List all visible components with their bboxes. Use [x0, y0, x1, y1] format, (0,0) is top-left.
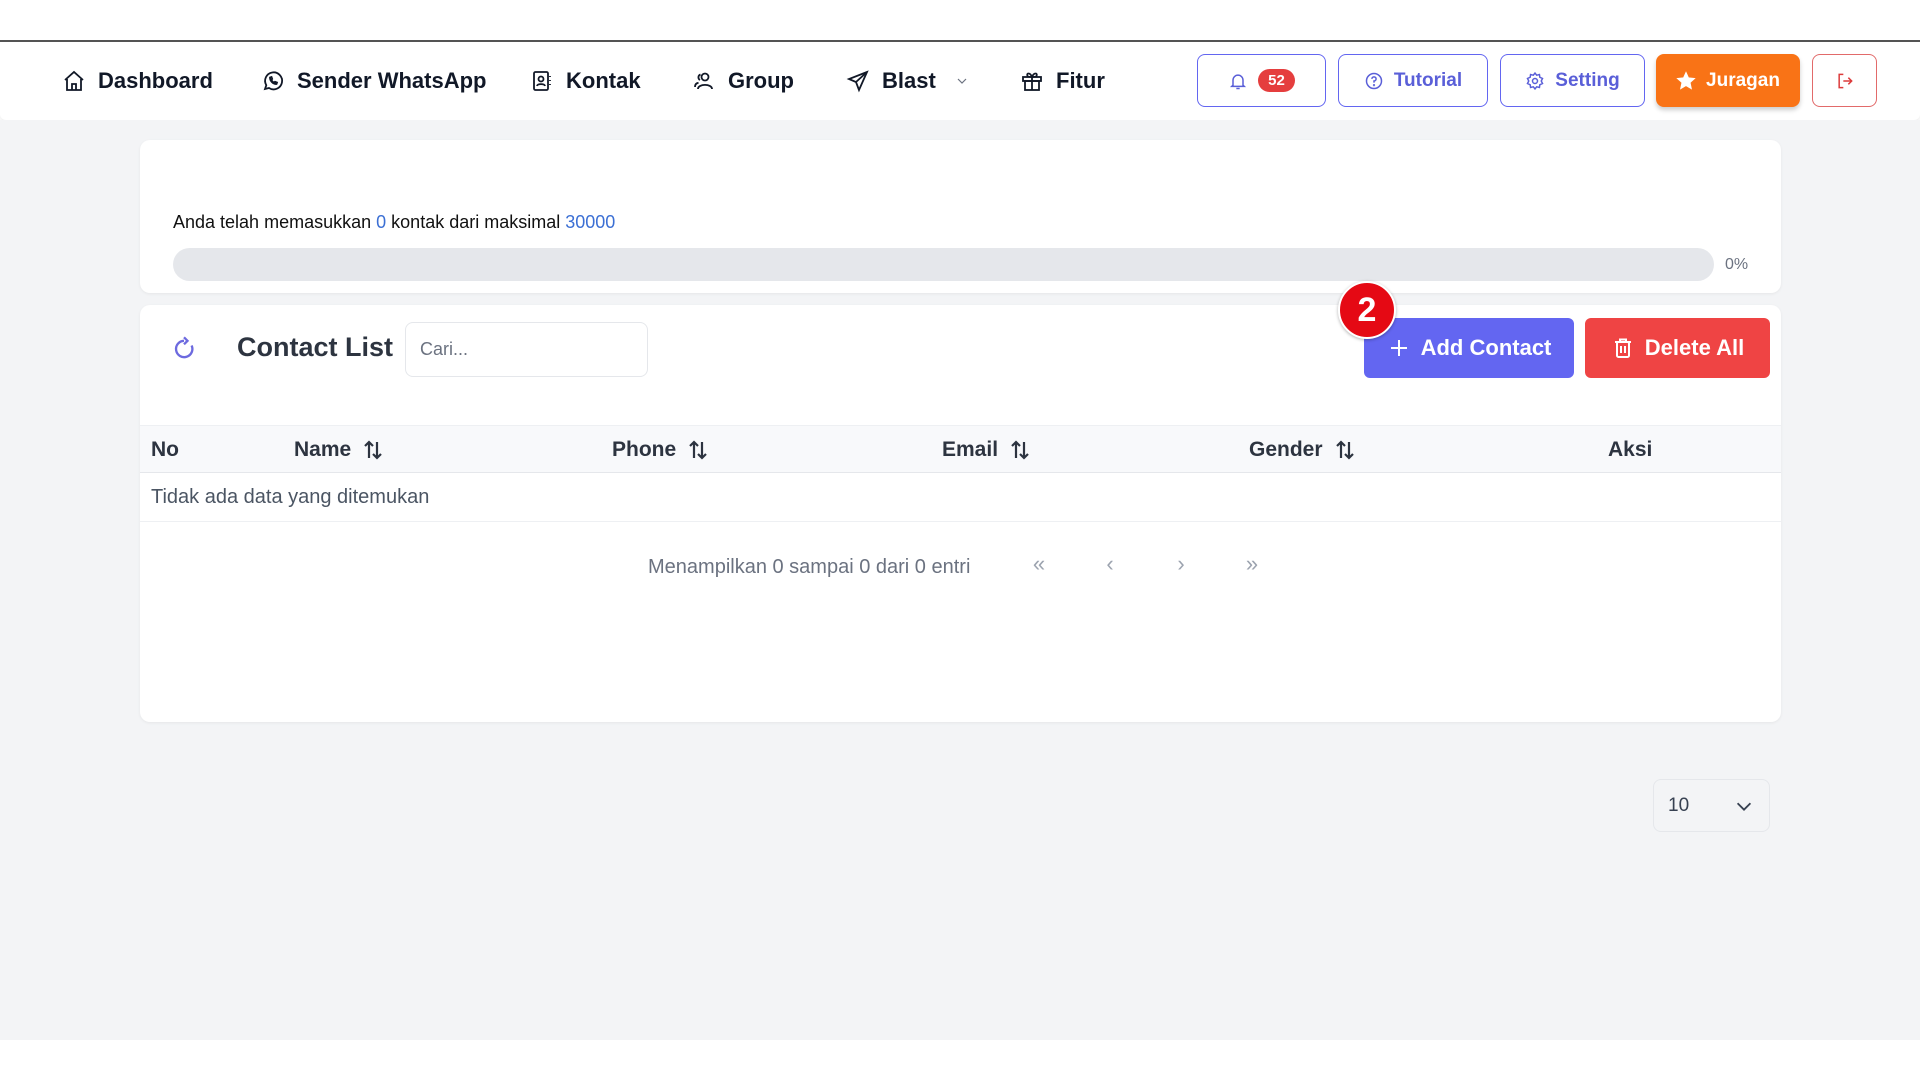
nav-group-label: Group	[728, 68, 794, 93]
column-aksi: Aksi	[1608, 426, 1652, 474]
nav-fitur[interactable]: Fitur	[1020, 42, 1105, 120]
contact-quota-card: Anda telah memasukkan 0 kontak dari maks…	[140, 140, 1781, 293]
setting-button[interactable]: Setting	[1500, 54, 1645, 107]
column-no: No	[151, 426, 179, 474]
table-header: No Name Phone Email Gender Aksi	[140, 425, 1781, 473]
sort-icon	[689, 440, 707, 460]
top-navbar: Dashboard Sender WhatsApp Kontak Group B…	[0, 42, 1920, 120]
sort-icon	[364, 440, 382, 460]
nav-kontak[interactable]: Kontak	[530, 42, 641, 120]
column-email[interactable]: Email	[942, 426, 1032, 474]
quota-max: 30000	[565, 212, 616, 232]
column-name-label: Name	[294, 438, 352, 461]
chevron-down-icon	[1736, 802, 1752, 811]
page-first-button[interactable]: «	[1024, 551, 1054, 577]
whatsapp-icon	[263, 71, 283, 91]
search-input[interactable]	[405, 322, 648, 377]
nav-fitur-label: Fitur	[1056, 68, 1105, 93]
add-contact-label: Add Contact	[1420, 335, 1552, 360]
logout-icon	[1837, 73, 1853, 88]
nav-sender-whatsapp[interactable]: Sender WhatsApp	[261, 42, 486, 120]
juragan-label: Juragan	[1706, 69, 1780, 91]
column-phone-label: Phone	[612, 438, 677, 461]
column-gender[interactable]: Gender	[1249, 426, 1357, 474]
nav-blast[interactable]: Blast	[846, 42, 970, 120]
nav-sender-whatsapp-label: Sender WhatsApp	[297, 68, 487, 93]
quota-middle: kontak dari maksimal	[391, 212, 561, 232]
quota-current: 0	[376, 212, 387, 232]
plus-icon	[1390, 340, 1407, 356]
bell-icon	[1230, 73, 1247, 89]
quota-percent-label: 0%	[1725, 256, 1749, 273]
table-empty-row: Tidak ada data yang ditemukan	[140, 473, 1781, 522]
step-marker-badge: 2	[1338, 281, 1396, 339]
empty-message: Tidak ada data yang ditemukan	[151, 486, 430, 508]
tutorial-label: Tutorial	[1393, 69, 1463, 91]
pagination-info: Menampilkan 0 sampai 0 dari 0 entri	[648, 556, 971, 578]
contact-list-title: Contact List	[237, 332, 394, 362]
setting-label: Setting	[1555, 69, 1620, 91]
nav-dashboard-label: Dashboard	[98, 68, 213, 93]
per-page-value: 10	[1668, 794, 1690, 816]
notification-count-badge: 52	[1258, 69, 1295, 92]
column-no-label: No	[151, 438, 179, 461]
page-next-button[interactable]: ›	[1166, 551, 1196, 577]
nav-blast-label: Blast	[882, 68, 936, 93]
logout-button[interactable]	[1812, 54, 1877, 107]
trash-icon	[1614, 338, 1631, 358]
chevron-down-icon	[957, 78, 967, 84]
home-icon	[64, 70, 84, 91]
help-circle-icon	[1365, 72, 1383, 89]
sort-icon	[1011, 440, 1029, 460]
column-name[interactable]: Name	[294, 426, 385, 474]
notifications-button[interactable]: 52	[1197, 54, 1326, 107]
column-aksi-label: Aksi	[1608, 438, 1653, 461]
users-icon	[694, 72, 713, 90]
add-contact-button[interactable]: Add Contact	[1364, 318, 1574, 378]
gift-icon	[1022, 72, 1042, 91]
star-icon	[1676, 70, 1696, 90]
quota-progress-bar	[173, 248, 1714, 281]
delete-all-button[interactable]: Delete All	[1585, 318, 1770, 378]
nav-group[interactable]: Group	[692, 42, 794, 120]
juragan-button[interactable]: Juragan	[1656, 54, 1800, 107]
refresh-button[interactable]	[170, 335, 198, 363]
refresh-icon	[174, 336, 194, 359]
contact-list-card: Contact List Add Contact Delete All 2 No…	[140, 281, 1781, 832]
tutorial-button[interactable]: Tutorial	[1338, 54, 1488, 107]
delete-all-label: Delete All	[1644, 335, 1745, 360]
contact-book-icon	[533, 71, 551, 91]
sort-icon	[1335, 440, 1354, 460]
bottom-strip	[0, 1040, 1920, 1080]
quota-text: Anda telah memasukkan 0 kontak dari maks…	[173, 212, 615, 233]
send-icon	[846, 70, 869, 93]
nav-dashboard[interactable]: Dashboard	[62, 42, 213, 120]
column-gender-label: Gender	[1249, 438, 1323, 461]
column-email-label: Email	[942, 438, 999, 461]
page-prev-button[interactable]: ‹	[1095, 551, 1125, 577]
column-phone[interactable]: Phone	[612, 426, 710, 474]
page-last-button[interactable]: »	[1237, 551, 1267, 577]
quota-prefix: Anda telah memasukkan	[173, 212, 372, 232]
gear-icon	[1526, 71, 1544, 90]
main-content: Anda telah memasukkan 0 kontak dari maks…	[0, 120, 1920, 1040]
nav-kontak-label: Kontak	[566, 68, 641, 93]
per-page-select[interactable]: 10	[1653, 779, 1770, 832]
